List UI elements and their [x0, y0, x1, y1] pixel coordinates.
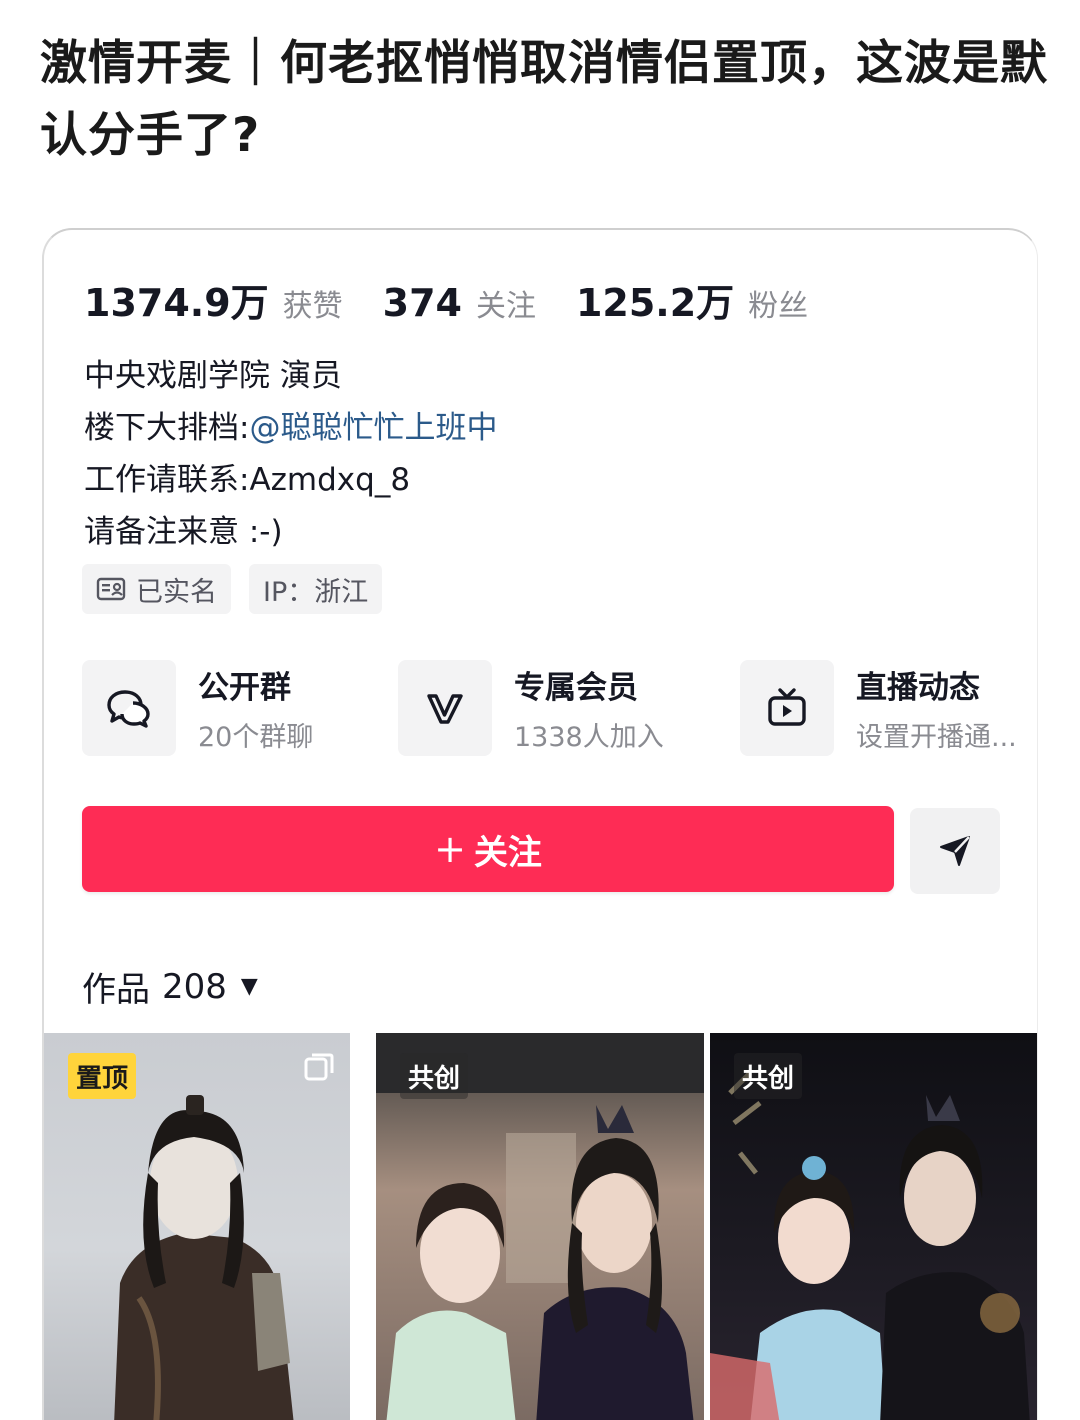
works-count: 208 [162, 966, 227, 1007]
live-tv-icon [740, 660, 834, 756]
follow-button-label: 关注 [473, 832, 542, 873]
ip-tag: IP：浙江 [249, 564, 383, 614]
feature-membership-title: 专属会员 [514, 670, 638, 706]
verified-tag: 已实名 [82, 564, 231, 614]
works-grid: 置顶 共创 共创 [44, 1033, 1037, 1420]
stat-followers-value: 125.2万 [575, 281, 735, 325]
share-arrow-icon [940, 836, 970, 866]
feature-live-title: 直播动态 [856, 670, 980, 706]
profile-tags: 已实名 IP：浙江 [82, 564, 400, 614]
vip-icon [398, 660, 492, 756]
profile-stats: 1374.9万 获赞 374 关注 125.2万 粉丝 [84, 272, 848, 327]
co-create-badge: 共创 [734, 1053, 803, 1099]
stat-followers[interactable]: 125.2万 粉丝 [576, 272, 808, 327]
pinned-badge: 置顶 [68, 1053, 137, 1099]
bio-mention-prefix: 楼下大排档: [84, 410, 250, 446]
stat-followers-label: 粉丝 [748, 289, 809, 324]
feature-membership[interactable]: 专属会员 1338人加入 [398, 660, 664, 760]
plus-icon: + [434, 827, 466, 871]
article-headline: 激情开麦｜何老抠悄悄取消情侣置顶，这波是默认分手了? [40, 36, 1048, 163]
ip-tag-label: IP：浙江 [263, 576, 369, 608]
co-create-badge: 共创 [400, 1053, 469, 1099]
share-button[interactable] [910, 808, 1000, 894]
works-tab[interactable]: 作品 208 ▼ [82, 962, 258, 1011]
feature-live-subtitle: 设置开播通... [856, 722, 1017, 753]
stat-likes-label: 获赞 [282, 289, 343, 324]
feature-row: 公开群 20个群聊 专属会员 1338人加入 直播动态 设置开播通... [82, 660, 1037, 760]
feature-public-group-subtitle: 20个群聊 [198, 722, 314, 753]
caret-down-icon: ▼ [240, 974, 258, 999]
follow-button[interactable]: + 关注 [82, 806, 894, 892]
bio-line-contact: 工作请联系:Azmdxq_8 [84, 462, 411, 498]
works-label: 作品 [82, 970, 150, 1010]
video-thumbnail-pinned[interactable]: 置顶 [44, 1033, 350, 1420]
feature-public-group-title: 公开群 [198, 670, 291, 706]
video-thumbnail-2[interactable]: 共创 [376, 1033, 704, 1420]
stat-following-label: 关注 [475, 289, 536, 324]
bio-line-note: 请备注来意 :-) [84, 514, 283, 550]
multi-image-icon [304, 1053, 334, 1081]
stat-likes[interactable]: 1374.9万 获赞 [84, 272, 343, 327]
stat-following-value: 374 [382, 281, 462, 325]
video-thumbnail-3[interactable]: 共创 [710, 1033, 1037, 1420]
profile-card: 1374.9万 获赞 374 关注 125.2万 粉丝 中央戏剧学院 演员 楼下… [42, 228, 1038, 1420]
bio-line-mention: 楼下大排档:@聪聪忙忙上班中 [84, 402, 497, 454]
bio-line-school: 中央戏剧学院 演员 [84, 358, 342, 394]
stat-following[interactable]: 374 关注 [383, 281, 536, 325]
id-card-icon [96, 577, 126, 601]
verified-tag-label: 已实名 [136, 576, 217, 608]
feature-membership-subtitle: 1338人加入 [514, 722, 664, 753]
feature-live[interactable]: 直播动态 设置开播通... [740, 660, 1017, 760]
profile-bio: 中央戏剧学院 演员 楼下大排档:@聪聪忙忙上班中 工作请联系:Azmdxq_8 … [84, 350, 497, 558]
feature-public-group[interactable]: 公开群 20个群聊 [82, 660, 313, 760]
group-chat-icon [82, 660, 176, 756]
stat-likes-value: 1374.9万 [84, 281, 269, 325]
mention-link[interactable]: @聪聪忙忙上班中 [249, 410, 497, 446]
